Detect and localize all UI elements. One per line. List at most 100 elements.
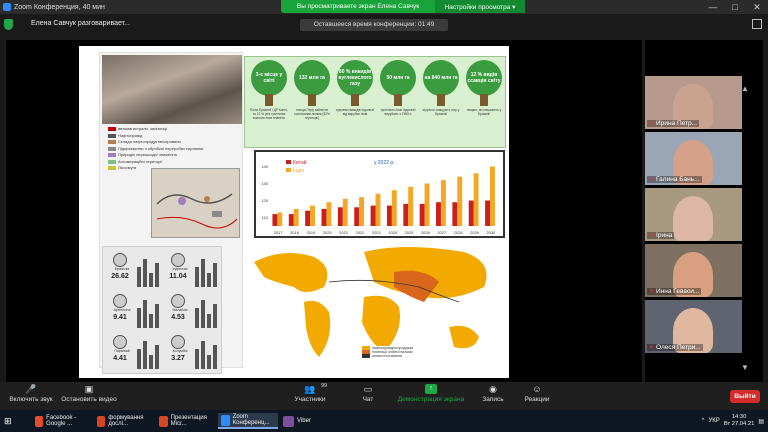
windows-start-icon[interactable]: ⊞ — [4, 415, 16, 427]
participants-label: Участники — [294, 396, 326, 403]
bar-chart: 2017 2018 2019 2020 2021 2022 2023 2024 2025 2026… — [261, 159, 496, 235]
participant-tile[interactable]: ✕ Олеся Петри... — [645, 300, 742, 353]
chart-annotation: у 2022 р. — [374, 160, 395, 166]
share-screen-button[interactable]: ↑ Демонстрация экрана — [394, 384, 468, 403]
bar-india — [391, 190, 397, 226]
view-options-button[interactable]: Настройки просмотра ▾ — [435, 0, 525, 13]
forest-fact: 50 млн га тропічних лісів Індонезії вируб… — [378, 60, 418, 140]
x-tick-label: 2026 — [421, 230, 431, 235]
x-tick-label: 2018 — [290, 230, 300, 235]
legend-label-india: Індія — [293, 168, 304, 174]
bar-china — [305, 210, 311, 226]
fullscreen-icon[interactable] — [752, 19, 762, 29]
participant-tile[interactable]: ✕ Ирина Петр... — [645, 76, 742, 129]
muted-mic-icon: 🎤 — [25, 384, 37, 394]
close-button[interactable]: ✕ — [746, 0, 768, 14]
tree-caption: тропічних лісів Індонезії вирубано з 195… — [380, 108, 416, 116]
taskbar-app[interactable]: Презентация Micr... — [156, 413, 216, 429]
tree-caption: щорічно знищують лісу у Бразилії — [422, 108, 460, 116]
tree-crown: 132 млн га — [294, 60, 330, 96]
legend-swatch — [108, 133, 116, 138]
x-tick-label: 2025 — [405, 230, 415, 235]
bar-india — [408, 186, 414, 226]
notifications-icon[interactable]: ▤ — [758, 418, 764, 425]
country-value: 9.41 — [113, 314, 127, 321]
country-value: 3.27 — [171, 355, 185, 362]
participant-tile[interactable]: ✕ Ірина — [645, 188, 742, 241]
bar-china — [436, 202, 441, 226]
language-indicator[interactable]: УКР — [709, 418, 720, 424]
forest-fact: 3-є місце у світі Після Бразилії і ДР Кон… — [249, 60, 289, 140]
legend-swatch — [108, 153, 116, 158]
stop-video-button[interactable]: ▣ Остановить видео — [60, 384, 118, 403]
maximize-button[interactable]: □ — [724, 0, 746, 14]
country-value: 4.41 — [113, 355, 127, 362]
legend-swatch — [108, 140, 116, 145]
country-face-icon — [113, 335, 127, 349]
tree-trunk — [351, 94, 359, 106]
tree-crown: 12 % видів ссавців світу — [466, 60, 502, 96]
unmute-button[interactable]: 🎤 Включить звук — [6, 384, 56, 403]
bar-india — [326, 202, 332, 226]
clock-time: 14:30 — [731, 414, 747, 420]
x-tick-label: 2023 — [372, 230, 382, 235]
presentation-slide: автомагистрали, залізниці Нафтопровід Скла… — [79, 46, 509, 378]
country-face-icon — [113, 294, 127, 308]
tree-trunk — [394, 94, 402, 106]
map-legend-swatch — [362, 354, 370, 358]
active-speaker-label: Елена Савчук разговаривает... — [31, 20, 130, 27]
taskbar-app-label: Презентация Micr... — [170, 415, 207, 427]
forest-fact: 132 млн га площа Перу зайнятих тропічними… — [292, 60, 332, 140]
tray-chevron-icon[interactable]: ^ — [702, 418, 705, 424]
map-legend-item: шляхи постачання — [362, 354, 422, 358]
factory-photo — [102, 55, 242, 124]
share-status: Вы просматриваете экран Елена Савчук — [296, 3, 420, 10]
country-mini-bars — [195, 294, 219, 328]
gallery-scroll-down-icon[interactable]: ▼ — [741, 363, 749, 372]
reactions-button[interactable]: ☺ Реакции — [520, 384, 554, 403]
clock[interactable]: 14:30 Вт 27.04.21 — [724, 414, 755, 428]
bar-india — [473, 173, 479, 226]
country-label: Малайзія — [172, 308, 188, 312]
taskbar-app-icon — [159, 415, 168, 427]
x-tick-label: 2027 — [437, 230, 447, 235]
share-banner: Вы просматриваете экран Елена Савчук Нас… — [281, 0, 525, 13]
participant-tile[interactable]: ✕ Инна Геваси... — [645, 244, 742, 297]
gallery-scroll-up-icon[interactable]: ▲ — [741, 84, 749, 93]
minimize-button[interactable]: — — [702, 0, 724, 14]
x-tick-label: 2017 — [274, 230, 284, 235]
participant-name-tag: ✕ Инна Геваси... — [647, 288, 702, 295]
bar-china — [468, 200, 474, 226]
bar-india — [310, 205, 315, 226]
bar-india — [277, 212, 283, 226]
country-face-icon — [171, 253, 185, 267]
taskbar-app-label: Viber — [297, 418, 311, 424]
participant-tile[interactable]: ✕ Галина Бань... — [645, 132, 742, 185]
taskbar-app[interactable]: Zoom Конференц... — [218, 413, 278, 429]
leave-meeting-button[interactable]: Выйти — [730, 390, 760, 403]
window-controls: — □ ✕ — [702, 0, 768, 14]
chat-icon: ▭ — [363, 384, 373, 394]
record-button[interactable]: ◉ Запись — [478, 384, 508, 403]
muted-mic-icon: ✕ — [649, 233, 655, 239]
bar-india — [490, 166, 495, 226]
world-map: нафтопровідна продукція плантації олійної… — [244, 242, 506, 376]
map-legend-text: шляхи постачання — [372, 354, 402, 358]
taskbar-app[interactable]: Facebook - Google ... — [32, 413, 92, 429]
security-shield-icon[interactable] — [4, 19, 13, 30]
participant-video — [673, 196, 713, 241]
unmute-label: Включить звук — [9, 396, 53, 403]
legend-text: Лісосмуги — [118, 165, 137, 170]
system-tray: ^ УКР 14:30 Вт 27.04.21 ▤ — [702, 412, 764, 430]
taskbar-app[interactable]: Viber — [280, 413, 340, 429]
bar-china — [419, 203, 425, 226]
country-mini-bars — [195, 335, 219, 369]
taskbar-app[interactable]: формування дослі... — [94, 413, 154, 429]
share-screen-label: Демонстрация экрана — [397, 396, 465, 403]
bar-china — [403, 203, 409, 226]
chat-button[interactable]: ▭ Чат — [356, 384, 380, 403]
video-camera-icon: ▣ — [84, 384, 94, 394]
taskbar-app-icon — [35, 415, 44, 427]
participant-name: Ірина — [656, 232, 673, 239]
record-icon: ◉ — [489, 384, 497, 394]
